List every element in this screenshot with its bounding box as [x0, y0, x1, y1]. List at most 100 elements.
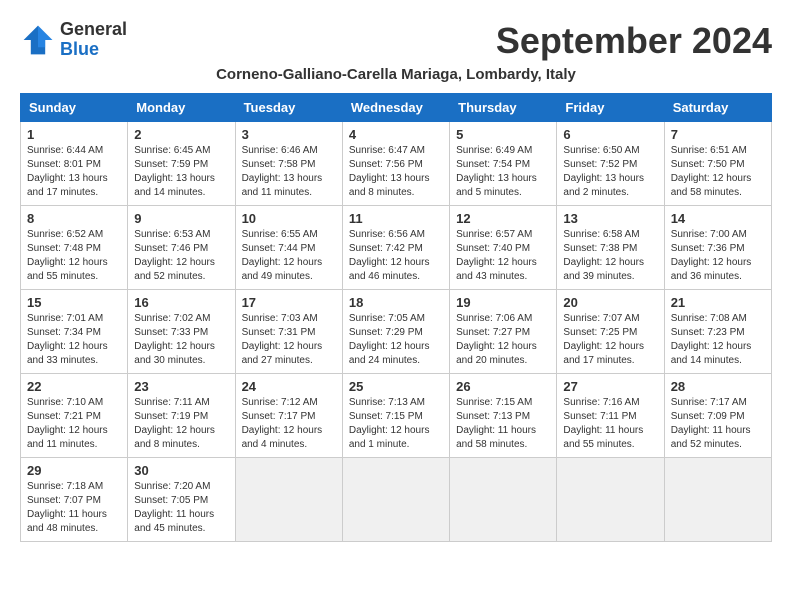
day-number: 5 — [456, 127, 550, 142]
day-info: Sunrise: 7:07 AMSunset: 7:25 PMDaylight:… — [563, 312, 657, 368]
header: General Blue September 2024 — [20, 20, 772, 62]
calendar-cell-2: 2Sunrise: 6:45 AMSunset: 7:59 PMDaylight… — [128, 122, 235, 206]
calendar-cell-5: 5 Sunrise: 6:49 AMSunset: 7:54 PMDaylight… — [450, 122, 557, 206]
calendar-cell-16: 16 Sunrise: 7:02 AMSunset: 7:33 PMDayligh… — [128, 290, 235, 374]
calendar-cell-empty — [450, 458, 557, 542]
calendar-cell-empty — [664, 458, 771, 542]
day-info: Sunrise: 6:44 AMSunset: 8:01 PMDaylight:… — [27, 144, 121, 200]
day-info: Sunrise: 7:16 AMSunset: 7:11 PMDaylight:… — [563, 396, 657, 452]
day-info: Sunrise: 6:49 AMSunset: 7:54 PMDaylight:… — [456, 144, 550, 200]
calendar-cell-11: 11Sunrise: 6:56 AMSunset: 7:42 PMDayligh… — [342, 206, 449, 290]
calendar-cell-30: 30 Sunrise: 7:20 AMSunset: 7:05 PMDayligh… — [128, 458, 235, 542]
day-number: 7 — [671, 127, 765, 142]
day-info: Sunrise: 6:50 AMSunset: 7:52 PMDaylight:… — [563, 144, 657, 200]
day-info: Sunrise: 7:03 AMSunset: 7:31 PMDaylight:… — [242, 312, 336, 368]
day-number: 4 — [349, 127, 443, 142]
day-info: Sunrise: 6:53 AMSunset: 7:46 PMDaylight:… — [134, 228, 228, 284]
day-info: Sunrise: 6:52 AMSunset: 7:48 PMDaylight:… — [27, 228, 121, 284]
calendar-cell-23: 23 Sunrise: 7:11 AMSunset: 7:19 PMDayligh… — [128, 374, 235, 458]
calendar-weekday-monday: Monday — [128, 94, 235, 122]
calendar-week-row-1: 1 Sunrise: 6:44 AMSunset: 8:01 PMDaylight… — [21, 122, 772, 206]
day-number: 14 — [671, 211, 765, 226]
logo-icon — [20, 22, 56, 58]
logo-text: General Blue — [60, 20, 127, 60]
calendar-weekday-tuesday: Tuesday — [235, 94, 342, 122]
day-number: 8 — [27, 211, 121, 226]
calendar-cell-13: 13 Sunrise: 6:58 AMSunset: 7:38 PMDayligh… — [557, 206, 664, 290]
day-info: Sunrise: 7:18 AMSunset: 7:07 PMDaylight:… — [27, 480, 121, 536]
calendar-cell-26: 26 Sunrise: 7:15 AMSunset: 7:13 PMDayligh… — [450, 374, 557, 458]
day-info: Sunrise: 7:13 AMSunset: 7:15 PMDaylight:… — [349, 396, 443, 452]
day-number: 29 — [27, 463, 121, 478]
day-number: 20 — [563, 295, 657, 310]
logo-blue: Blue — [60, 40, 127, 60]
day-info: Sunrise: 6:51 AMSunset: 7:50 PMDaylight:… — [671, 144, 765, 200]
day-info: Sunrise: 7:15 AMSunset: 7:13 PMDaylight:… — [456, 396, 550, 452]
day-number: 3 — [242, 127, 336, 142]
day-number: 25 — [349, 379, 443, 394]
calendar-cell-10: 10Sunrise: 6:55 AMSunset: 7:44 PMDayligh… — [235, 206, 342, 290]
calendar-cell-empty — [342, 458, 449, 542]
page-container: General Blue September 2024 Corneno-Gall… — [20, 20, 772, 542]
day-number: 11 — [349, 211, 443, 226]
day-info: Sunrise: 7:12 AMSunset: 7:17 PMDaylight:… — [242, 396, 336, 452]
calendar-header-row: SundayMondayTuesdayWednesdayThursdayFrid… — [21, 94, 772, 122]
day-number: 18 — [349, 295, 443, 310]
calendar-cell-empty — [557, 458, 664, 542]
day-number: 24 — [242, 379, 336, 394]
day-number: 22 — [27, 379, 121, 394]
calendar-week-row-5: 29 Sunrise: 7:18 AMSunset: 7:07 PMDayligh… — [21, 458, 772, 542]
day-number: 21 — [671, 295, 765, 310]
day-info: Sunrise: 7:17 AMSunset: 7:09 PMDaylight:… — [671, 396, 765, 452]
day-number: 13 — [563, 211, 657, 226]
day-number: 28 — [671, 379, 765, 394]
day-number: 2 — [134, 127, 228, 142]
calendar-cell-21: 21 Sunrise: 7:08 AMSunset: 7:23 PMDayligh… — [664, 290, 771, 374]
day-info: Sunrise: 6:47 AMSunset: 7:56 PMDaylight:… — [349, 144, 443, 200]
page-title: September 2024 — [496, 20, 772, 62]
calendar-cell-9: 9Sunrise: 6:53 AMSunset: 7:46 PMDaylight… — [128, 206, 235, 290]
day-info: Sunrise: 7:02 AMSunset: 7:33 PMDaylight:… — [134, 312, 228, 368]
day-info: Sunrise: 7:08 AMSunset: 7:23 PMDaylight:… — [671, 312, 765, 368]
day-info: Sunrise: 7:01 AMSunset: 7:34 PMDaylight:… — [27, 312, 121, 368]
calendar-cell-12: 12 Sunrise: 6:57 AMSunset: 7:40 PMDayligh… — [450, 206, 557, 290]
day-number: 6 — [563, 127, 657, 142]
calendar-week-row-3: 15 Sunrise: 7:01 AMSunset: 7:34 PMDayligh… — [21, 290, 772, 374]
day-number: 26 — [456, 379, 550, 394]
day-number: 16 — [134, 295, 228, 310]
day-info: Sunrise: 6:58 AMSunset: 7:38 PMDaylight:… — [563, 228, 657, 284]
day-info: Sunrise: 6:57 AMSunset: 7:40 PMDaylight:… — [456, 228, 550, 284]
calendar-cell-24: 24 Sunrise: 7:12 AMSunset: 7:17 PMDayligh… — [235, 374, 342, 458]
day-info: Sunrise: 7:06 AMSunset: 7:27 PMDaylight:… — [456, 312, 550, 368]
calendar-cell-7: 7 Sunrise: 6:51 AMSunset: 7:50 PMDaylight… — [664, 122, 771, 206]
calendar-cell-18: 18 Sunrise: 7:05 AMSunset: 7:29 PMDayligh… — [342, 290, 449, 374]
day-number: 23 — [134, 379, 228, 394]
day-info: Sunrise: 6:46 AMSunset: 7:58 PMDaylight:… — [242, 144, 336, 200]
page-subtitle: Corneno-Galliano-Carella Mariaga, Lombar… — [20, 66, 772, 83]
day-number: 30 — [134, 463, 228, 478]
day-number: 15 — [27, 295, 121, 310]
day-info: Sunrise: 7:10 AMSunset: 7:21 PMDaylight:… — [27, 396, 121, 452]
calendar-weekday-friday: Friday — [557, 94, 664, 122]
logo: General Blue — [20, 20, 127, 60]
calendar-cell-4: 4 Sunrise: 6:47 AMSunset: 7:56 PMDaylight… — [342, 122, 449, 206]
day-info: Sunrise: 7:05 AMSunset: 7:29 PMDaylight:… — [349, 312, 443, 368]
calendar-weekday-sunday: Sunday — [21, 94, 128, 122]
calendar-cell-3: 3 Sunrise: 6:46 AMSunset: 7:58 PMDaylight… — [235, 122, 342, 206]
day-number: 17 — [242, 295, 336, 310]
calendar-weekday-wednesday: Wednesday — [342, 94, 449, 122]
calendar-cell-28: 28 Sunrise: 7:17 AMSunset: 7:09 PMDayligh… — [664, 374, 771, 458]
day-info: Sunrise: 7:20 AMSunset: 7:05 PMDaylight:… — [134, 480, 228, 536]
calendar-cell-8: 8 Sunrise: 6:52 AMSunset: 7:48 PMDaylight… — [21, 206, 128, 290]
calendar-cell-6: 6 Sunrise: 6:50 AMSunset: 7:52 PMDaylight… — [557, 122, 664, 206]
calendar-weekday-thursday: Thursday — [450, 94, 557, 122]
day-info: Sunrise: 7:00 AMSunset: 7:36 PMDaylight:… — [671, 228, 765, 284]
day-number: 12 — [456, 211, 550, 226]
calendar-table: SundayMondayTuesdayWednesdayThursdayFrid… — [20, 93, 772, 542]
calendar-cell-29: 29 Sunrise: 7:18 AMSunset: 7:07 PMDayligh… — [21, 458, 128, 542]
calendar-cell-27: 27Sunrise: 7:16 AMSunset: 7:11 PMDayligh… — [557, 374, 664, 458]
day-info: Sunrise: 7:11 AMSunset: 7:19 PMDaylight:… — [134, 396, 228, 452]
day-info: Sunrise: 6:55 AMSunset: 7:44 PMDaylight:… — [242, 228, 336, 284]
day-number: 1 — [27, 127, 121, 142]
calendar-cell-20: 20 Sunrise: 7:07 AMSunset: 7:25 PMDayligh… — [557, 290, 664, 374]
